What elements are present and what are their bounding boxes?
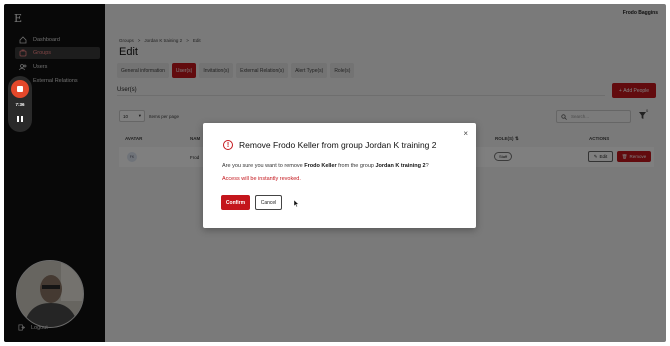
stop-icon [17, 86, 23, 92]
screen-recorder-widget: 7:36 [8, 76, 32, 132]
cancel-button[interactable]: Cancel [255, 195, 282, 210]
dialog-warning: Access will be instantly revoked. [222, 176, 301, 182]
dialog-user-name: Frodo Keller [304, 163, 337, 169]
close-icon[interactable]: × [463, 129, 468, 138]
recording-timer: 7:36 [15, 102, 25, 107]
mouse-cursor-icon [294, 200, 299, 207]
app-window: E Dashboard Groups Users External Relati… [4, 4, 666, 342]
pause-icon[interactable] [17, 116, 23, 122]
dialog-message: Are you sure you want to remove Frodo Ke… [222, 163, 429, 169]
alert-icon: ! [223, 140, 233, 150]
confirm-button[interactable]: Confirm [221, 195, 250, 210]
dialog-title: Remove Frodo Keller from group Jordan K … [239, 140, 437, 150]
dialog-group-name: Jordan K training 2 [375, 163, 426, 169]
stop-recording-button[interactable] [11, 80, 29, 98]
remove-user-dialog: × ! Remove Frodo Keller from group Jorda… [203, 123, 476, 228]
